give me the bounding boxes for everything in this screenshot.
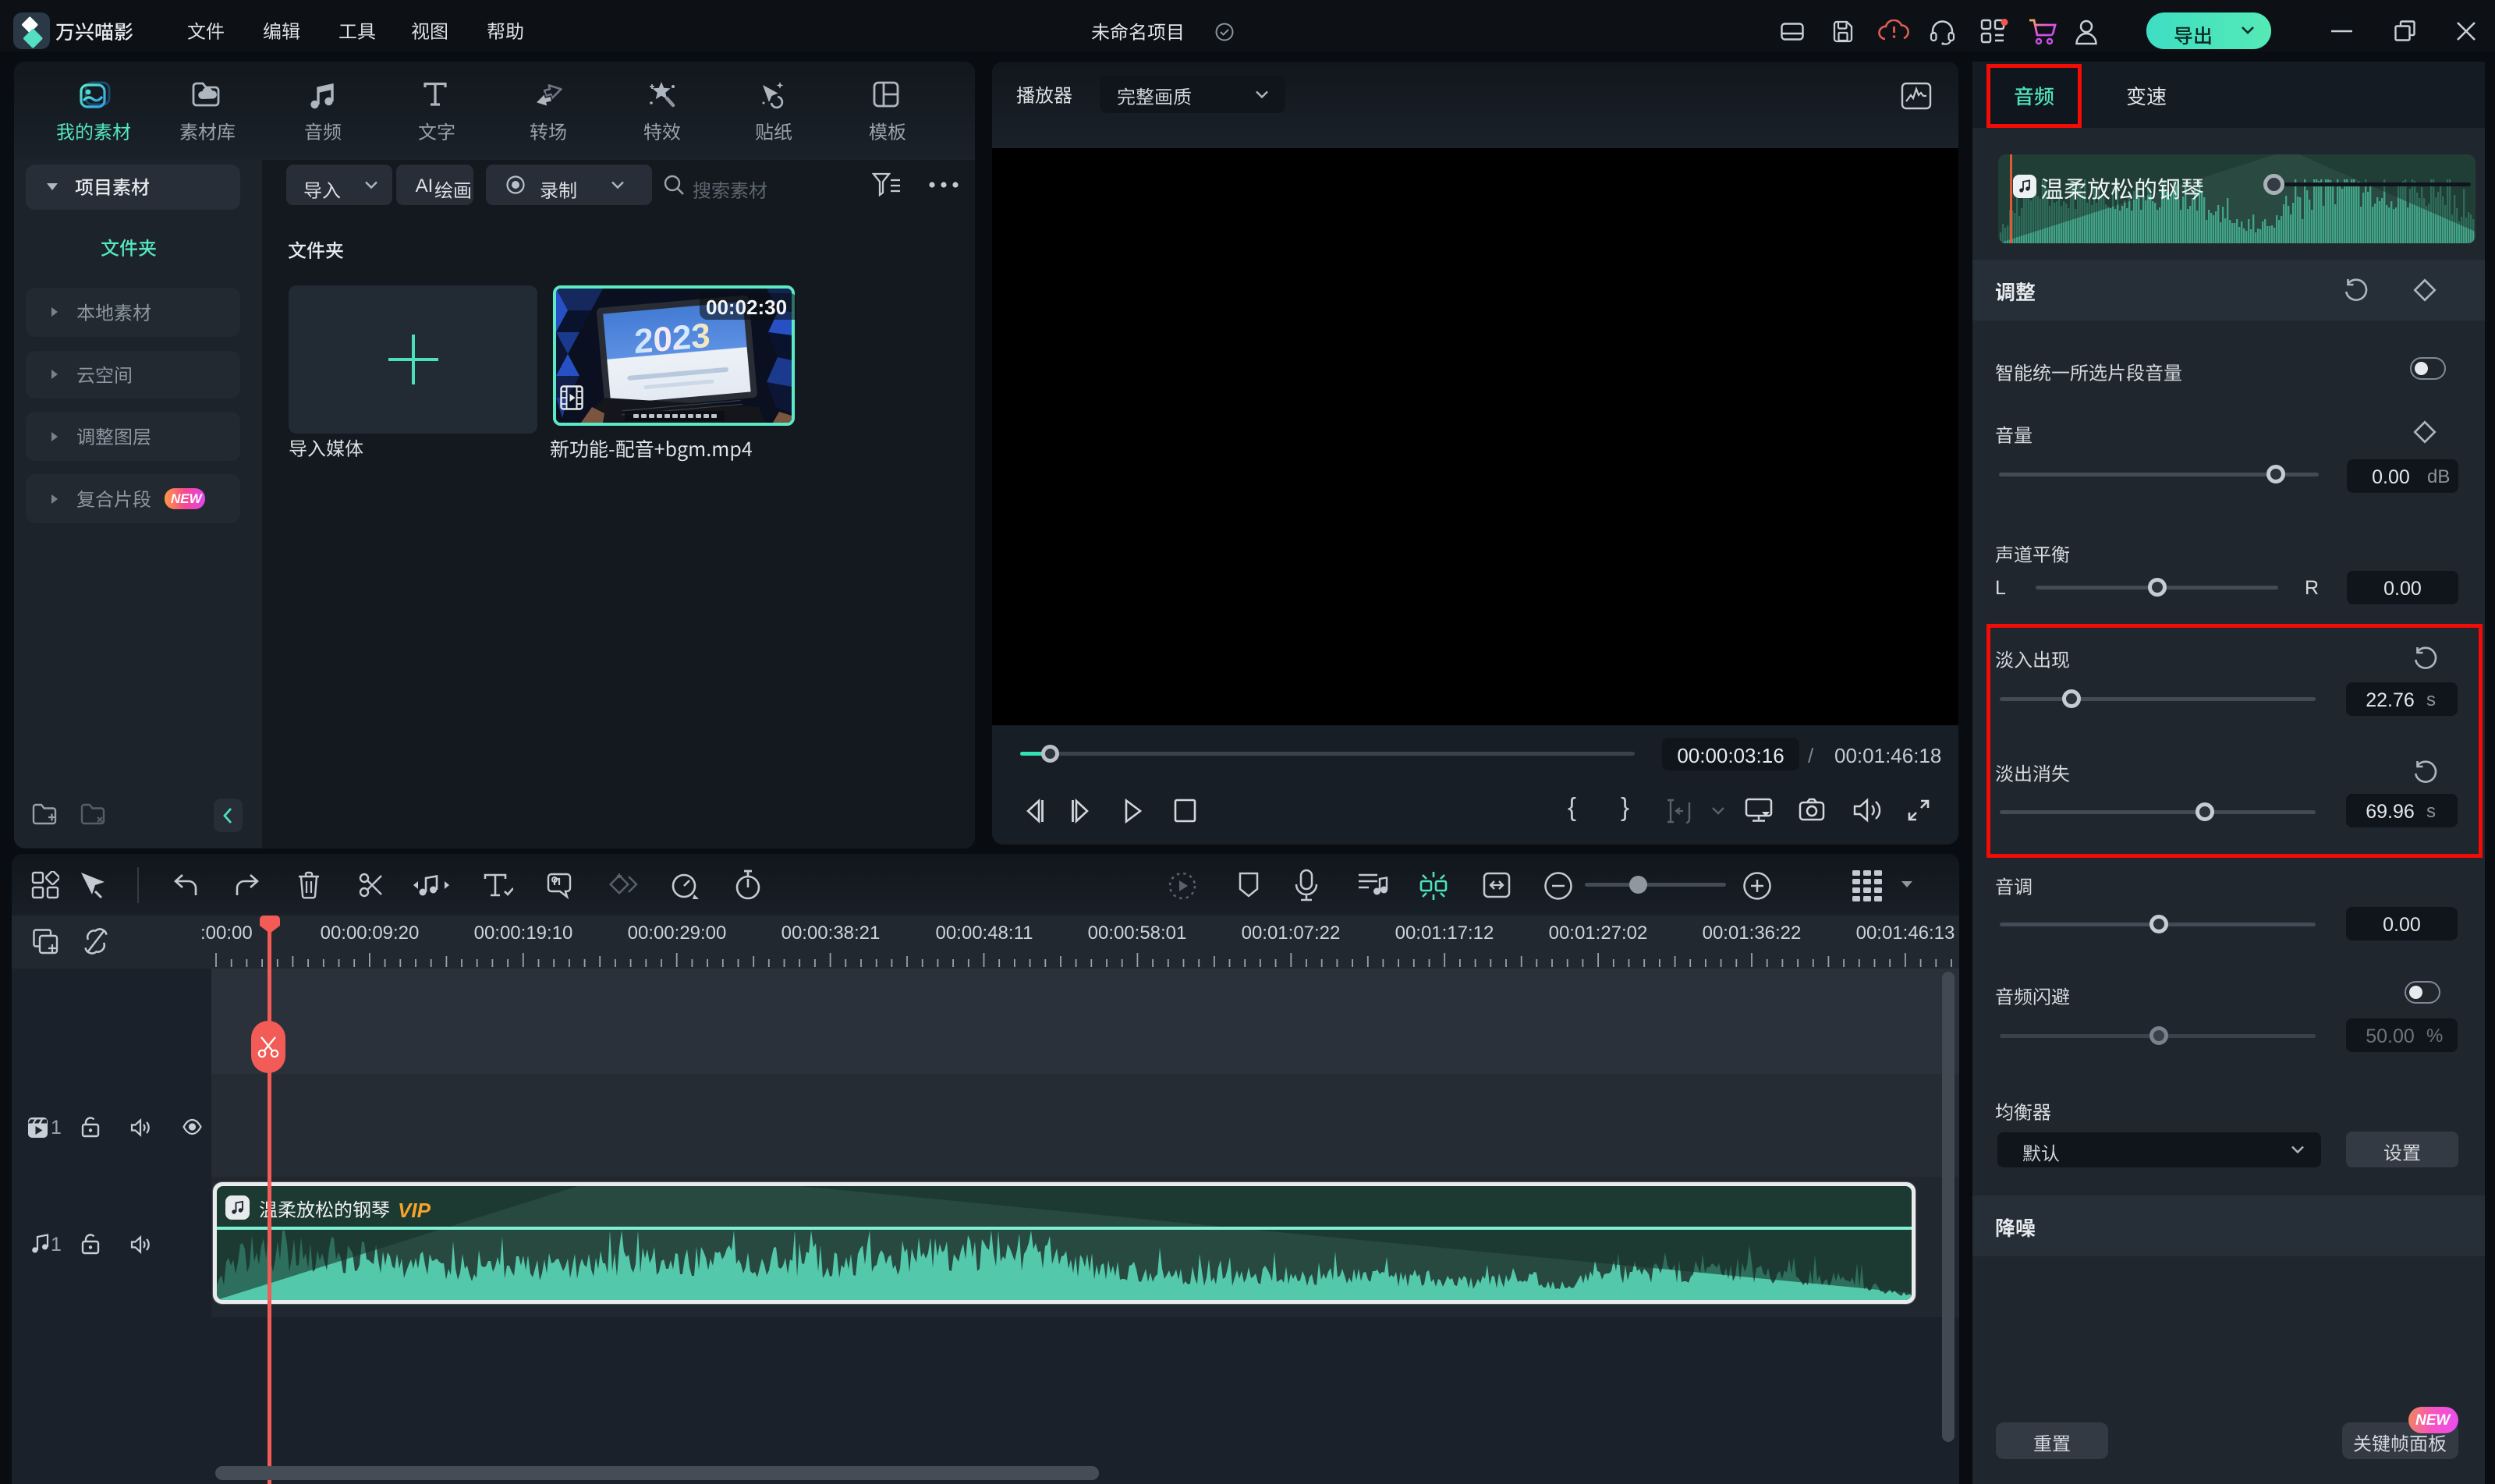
svg-text:00:00:19:10: 00:00:19:10 — [474, 923, 573, 944]
svg-text:00:00:00: 00:00:00 — [179, 923, 252, 944]
svg-text:00:01:36:22: 00:01:36:22 — [1703, 923, 1802, 944]
svg-text:00:00:38:21: 00:00:38:21 — [781, 923, 881, 944]
svg-text:00:00:09:20: 00:00:09:20 — [321, 923, 420, 944]
svg-text:00:01:46:13: 00:01:46:13 — [1856, 923, 1955, 944]
svg-text:00:01:17:12: 00:01:17:12 — [1395, 923, 1494, 944]
svg-text:00:01:27:02: 00:01:27:02 — [1549, 923, 1648, 944]
svg-text:00:00:58:01: 00:00:58:01 — [1088, 923, 1187, 944]
svg-text:00:00:48:11: 00:00:48:11 — [935, 923, 1033, 944]
svg-text:2023: 2023 — [634, 317, 711, 362]
svg-text:00:01:07:22: 00:01:07:22 — [1242, 923, 1341, 944]
svg-text:00:00:29:00: 00:00:29:00 — [628, 923, 727, 944]
